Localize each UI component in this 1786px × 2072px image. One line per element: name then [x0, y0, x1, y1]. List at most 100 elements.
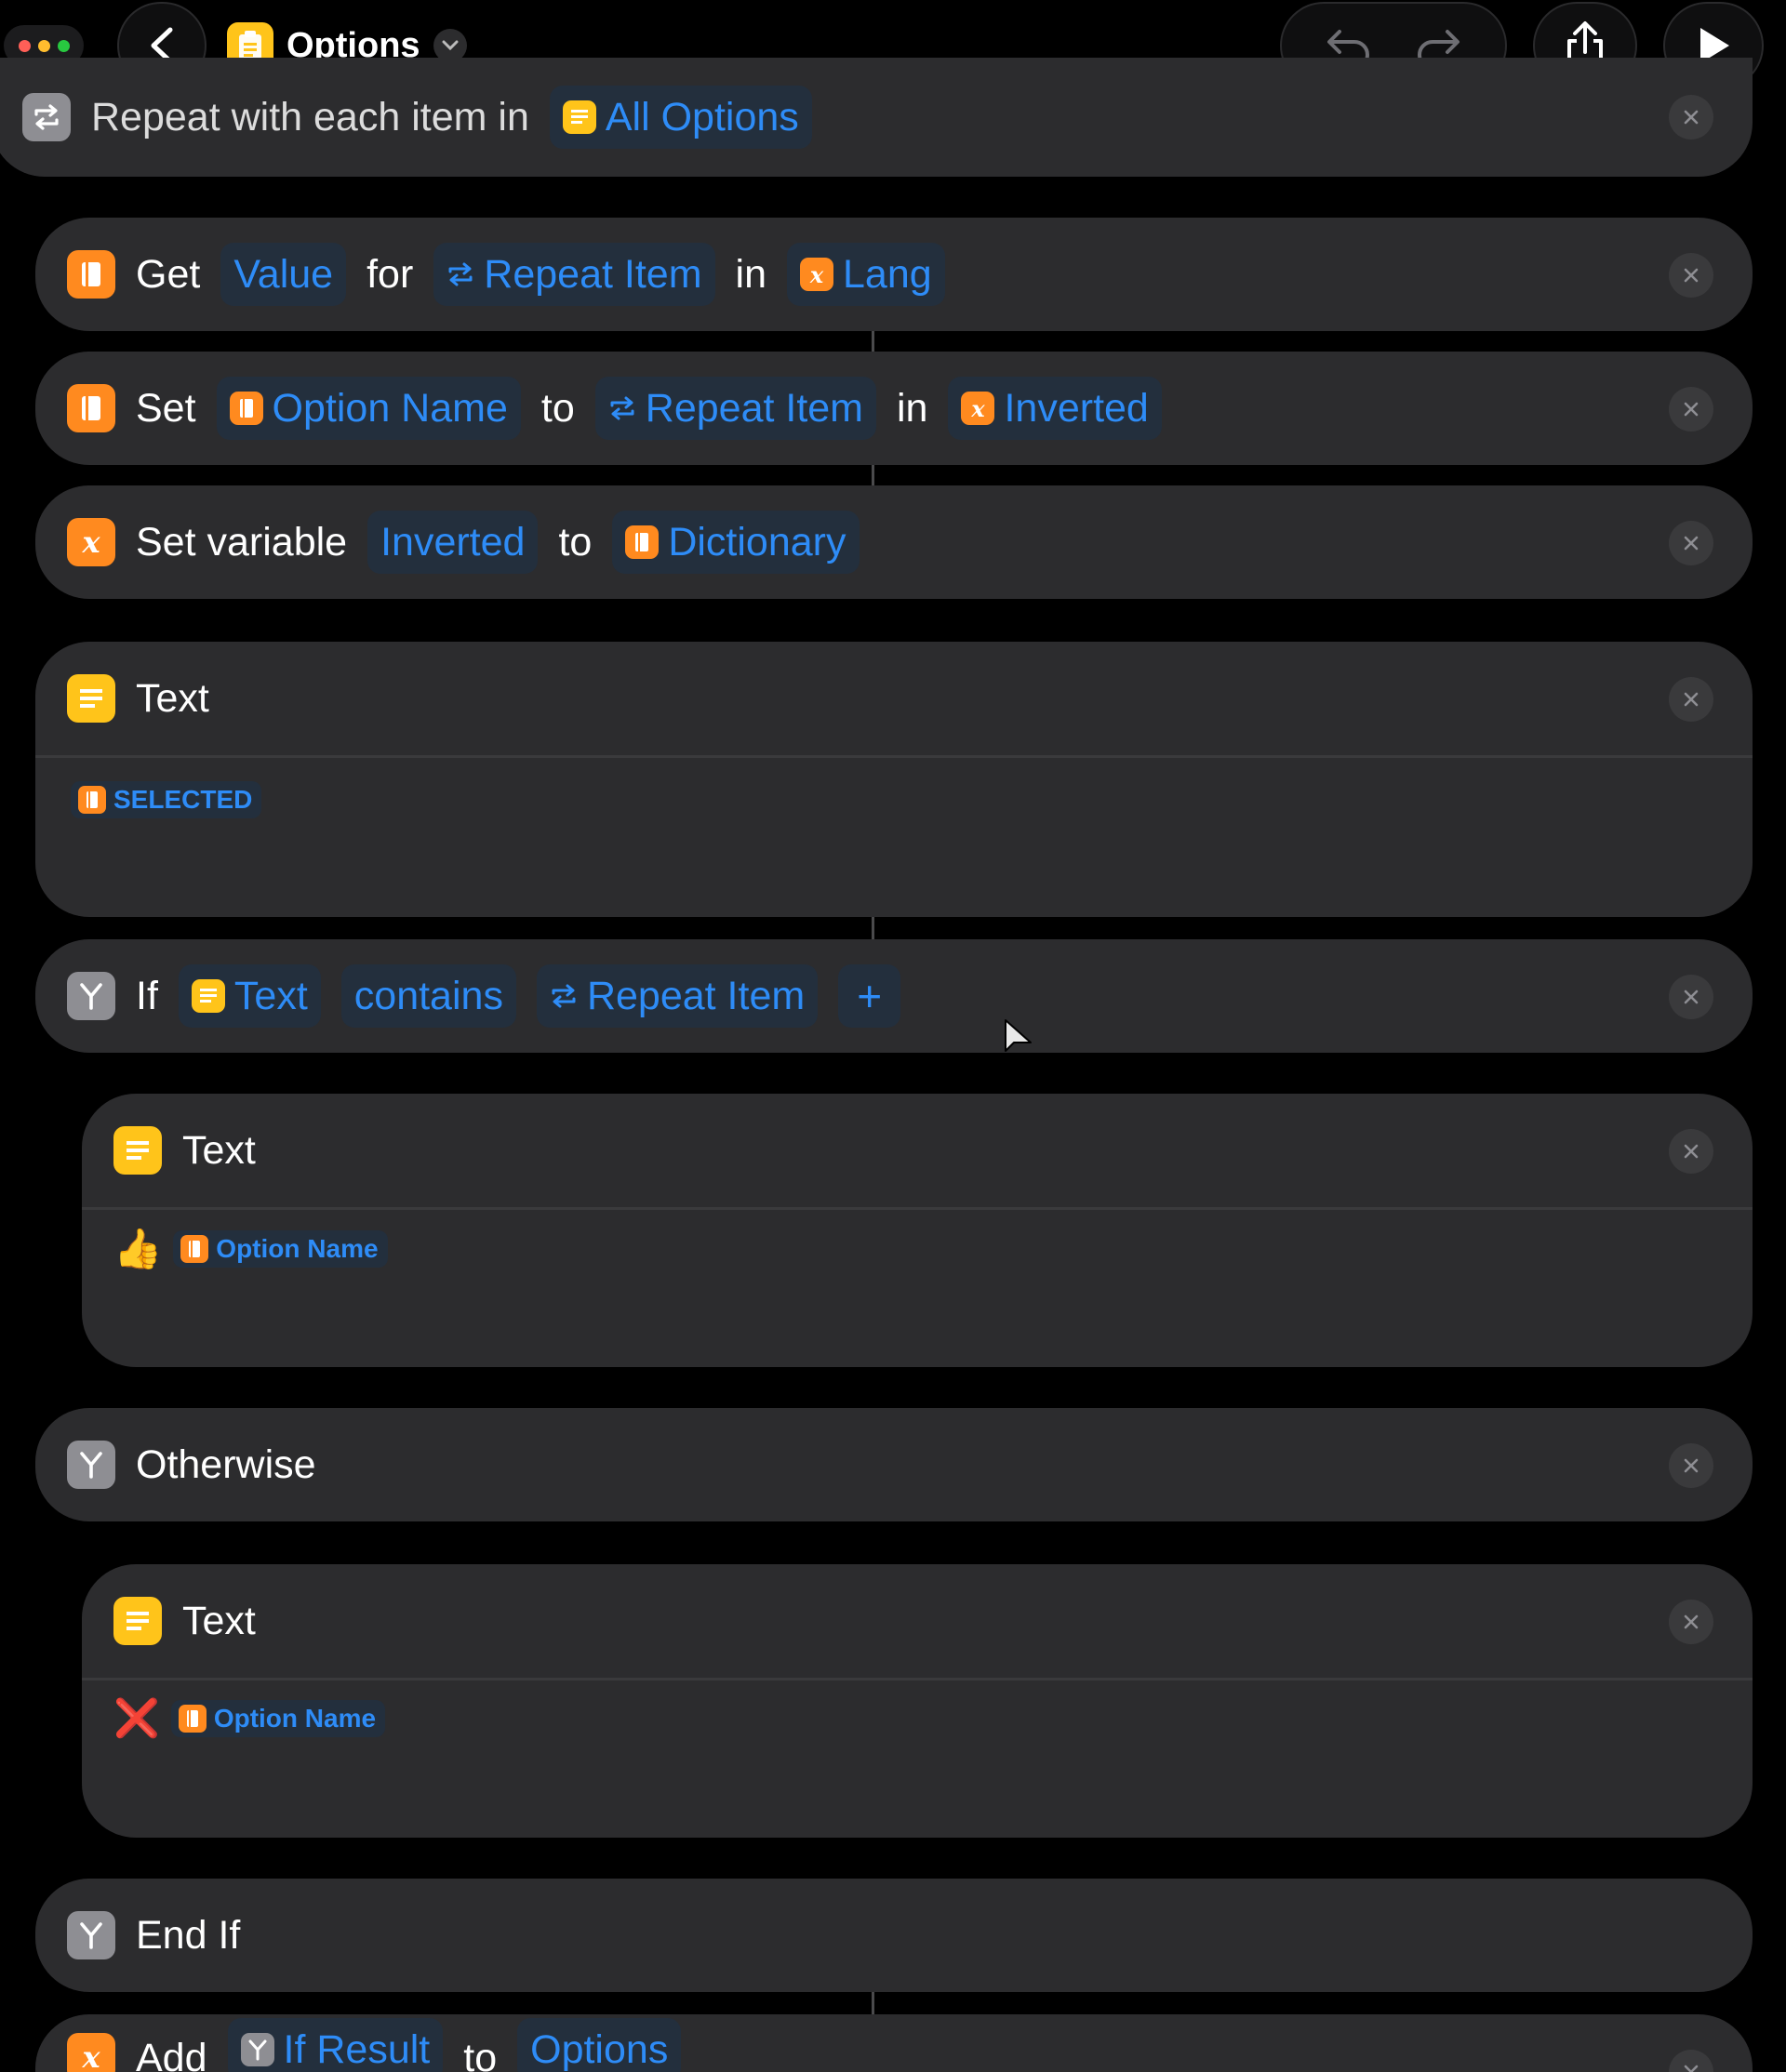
remove-action-button[interactable]: [1669, 1600, 1713, 1644]
remove-action-button[interactable]: [1669, 677, 1713, 722]
text-action-title: Text: [182, 1127, 256, 1173]
close-icon: [1684, 402, 1699, 417]
if-result-token[interactable]: If Result: [227, 2018, 444, 2072]
dictionary-label: Dictionary: [668, 519, 846, 564]
variable-icon: x: [800, 258, 833, 291]
close-icon: [1684, 536, 1699, 551]
repeat-icon: [22, 93, 71, 141]
remove-action-button[interactable]: [1669, 253, 1713, 298]
to-word: to: [558, 519, 593, 564]
repeat-icon: [448, 262, 473, 286]
set-variable-action[interactable]: x Set variable Inverted to Dictionary: [35, 485, 1753, 599]
if-input-token[interactable]: Text: [178, 964, 321, 1028]
repeat-item-token[interactable]: Repeat Item: [536, 964, 819, 1028]
remove-action-button[interactable]: [1669, 1129, 1713, 1174]
close-icon: [1684, 1458, 1699, 1473]
for-word: for: [367, 251, 414, 297]
text-body-field[interactable]: 👍 Option Name: [113, 1229, 388, 1268]
option-name-label: Option Name: [213, 1704, 377, 1733]
repeat-item-token[interactable]: Repeat Item: [433, 243, 715, 306]
selected-variable-label: SELECTED: [113, 785, 253, 814]
to-word: to: [463, 2036, 498, 2072]
close-icon: [1684, 692, 1699, 707]
add-verb: Add: [136, 2036, 207, 2072]
dictionary-icon: [180, 1235, 209, 1263]
text-body-field[interactable]: ❌ Option Name: [113, 1698, 386, 1739]
get-value-action[interactable]: Get Value for Repeat Item in x Lang: [35, 218, 1753, 331]
add-to-variable-action[interactable]: x Add If Result to Options: [35, 2014, 1753, 2072]
option-name-token[interactable]: Option Name: [216, 377, 521, 440]
in-word: in: [897, 385, 928, 431]
dictionary-icon: [78, 786, 106, 814]
mouse-cursor-icon: [1005, 1019, 1032, 1052]
text-body-field[interactable]: SELECTED: [71, 781, 262, 818]
inverted-variable-token[interactable]: x Inverted: [948, 377, 1162, 440]
if-action[interactable]: If Text contains Repeat Item +: [35, 939, 1753, 1053]
remove-action-button[interactable]: [1669, 521, 1713, 565]
text-action-title: Text: [136, 675, 209, 721]
remove-action-button[interactable]: [1669, 387, 1713, 432]
text-action-cross[interactable]: Text ❌ Option Name: [82, 1564, 1753, 1838]
remove-action-button[interactable]: [1669, 975, 1713, 1019]
flow-connector: [872, 917, 874, 939]
repeat-action[interactable]: Repeat with each item in All Options: [0, 58, 1753, 177]
text-icon: [67, 674, 115, 723]
text-action-thumb[interactable]: Text 👍 Option Name: [82, 1094, 1753, 1367]
repeat-source-label: All Options: [605, 94, 799, 139]
cross-mark-emoji: ❌: [113, 1698, 160, 1739]
end-if-action[interactable]: End If: [35, 1879, 1753, 1992]
if-keyword: If: [136, 973, 158, 1018]
branch-icon: [240, 2033, 274, 2066]
otherwise-label: Otherwise: [136, 1441, 316, 1487]
thumbs-up-emoji: 👍: [113, 1227, 163, 1270]
text-action-selected[interactable]: Text SELECTED: [35, 642, 1753, 917]
in-word: in: [735, 251, 766, 297]
inverted-variable-label: Inverted: [1004, 385, 1149, 431]
remove-action-button[interactable]: [1669, 1443, 1713, 1488]
close-dot[interactable]: [18, 39, 31, 52]
flow-connector: [872, 1992, 874, 2014]
condition-token[interactable]: contains: [340, 964, 516, 1028]
remove-action-button[interactable]: [1669, 95, 1713, 139]
variable-icon: x: [67, 2033, 115, 2072]
get-field-token[interactable]: Value: [220, 243, 347, 306]
repeat-icon: [552, 984, 576, 1008]
close-icon: [1684, 1614, 1699, 1629]
variable-icon: x: [67, 518, 115, 566]
option-name-token[interactable]: Option Name: [170, 1700, 386, 1737]
dictionary-icon: [67, 384, 115, 432]
dictionary-icon: [178, 1705, 207, 1733]
add-condition-button[interactable]: +: [838, 964, 901, 1028]
end-if-label: End If: [136, 1912, 241, 1958]
options-variable-token[interactable]: Options: [517, 2018, 682, 2072]
otherwise-action[interactable]: Otherwise: [35, 1408, 1753, 1521]
divider: [35, 755, 1753, 758]
text-icon: [113, 1126, 162, 1175]
variable-name-token[interactable]: Inverted: [367, 511, 539, 574]
set-dictionary-value-action[interactable]: Set Option Name to Repeat Item in x Inve…: [35, 352, 1753, 465]
if-input-label: Text: [233, 973, 308, 1018]
branch-icon: [67, 1441, 115, 1489]
dictionary-token[interactable]: Dictionary: [612, 511, 860, 574]
close-icon: [1684, 1144, 1699, 1159]
close-icon: [1684, 990, 1699, 1004]
minimize-dot[interactable]: [37, 39, 50, 52]
text-icon: [113, 1597, 162, 1645]
dictionary-icon: [229, 392, 263, 425]
repeat-item-label: Repeat Item: [586, 973, 806, 1018]
option-name-token[interactable]: Option Name: [173, 1230, 388, 1268]
if-result-label: If Result: [283, 2026, 431, 2072]
zoom-dot[interactable]: [57, 39, 70, 52]
set-variable-label: Set variable: [136, 519, 348, 564]
divider: [82, 1678, 1753, 1680]
repeat-source-token[interactable]: All Options: [549, 86, 812, 149]
repeat-item-label: Repeat Item: [645, 385, 863, 431]
lang-variable-label: Lang: [843, 251, 932, 297]
dictionary-icon: [625, 525, 660, 559]
lang-variable-token[interactable]: x Lang: [787, 243, 945, 306]
close-icon: [1684, 2065, 1699, 2072]
repeat-item-token[interactable]: Repeat Item: [594, 377, 876, 440]
selected-variable-token[interactable]: SELECTED: [71, 781, 262, 818]
branch-icon: [67, 1911, 115, 1959]
variable-icon: x: [961, 392, 995, 425]
